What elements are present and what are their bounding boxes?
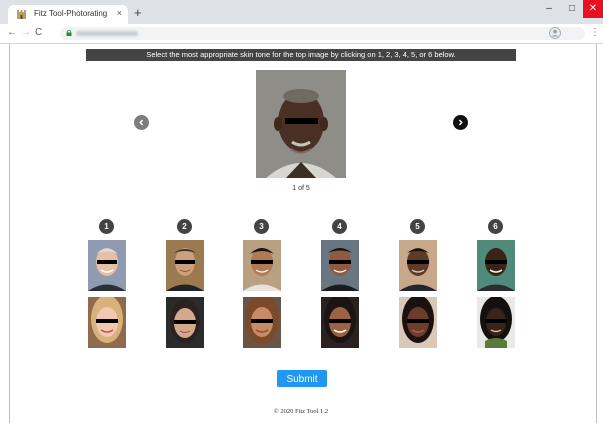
option-4-sample-face[interactable] [321, 297, 359, 348]
browser-menu-icon[interactable]: ⋮ [590, 27, 600, 38]
option-2-sample-face[interactable] [166, 240, 204, 291]
target-face-photo [256, 70, 346, 178]
option-5-sample-face[interactable] [399, 240, 437, 291]
tab-close-icon[interactable]: × [117, 8, 122, 18]
instruction-banner: Select the most appropriate skin tone fo… [86, 49, 516, 61]
option-5-sample-face[interactable] [399, 297, 437, 348]
option-3-sample-face[interactable] [243, 297, 281, 348]
browser-tab[interactable]: Fitz Tool-Photorating × [8, 5, 128, 24]
next-image-button[interactable] [453, 115, 468, 130]
option-3-sample-face[interactable] [243, 240, 281, 291]
lock-icon [66, 30, 72, 36]
page-border [9, 44, 10, 423]
address-bar[interactable] [60, 27, 585, 40]
option-1-button[interactable]: 1 [99, 219, 114, 234]
option-1-sample-face[interactable] [88, 240, 126, 291]
browser-toolbar: ← → C [0, 24, 603, 44]
minimize-button[interactable]: – [538, 0, 560, 18]
image-counter: 1 of 5 [292, 185, 310, 192]
option-5-button[interactable]: 5 [410, 219, 425, 234]
forward-button[interactable]: → [21, 27, 31, 39]
maximize-button[interactable]: □ [561, 0, 583, 18]
option-4-button[interactable]: 4 [332, 219, 347, 234]
option-6-sample-face[interactable] [477, 240, 515, 291]
chevron-left-icon [139, 119, 144, 126]
footer-copyright: © 2020 Fitz Tool 1.2 [273, 408, 329, 415]
chevron-right-icon [458, 119, 463, 126]
option-4-sample-face[interactable] [321, 240, 359, 291]
tab-title: Fitz Tool-Photorating [34, 9, 108, 18]
previous-image-button[interactable] [134, 115, 149, 130]
option-6-button[interactable]: 6 [488, 219, 503, 234]
castle-icon [17, 10, 26, 19]
option-1-sample-face[interactable] [88, 297, 126, 348]
profile-icon[interactable] [549, 27, 561, 39]
option-2-sample-face[interactable] [166, 297, 204, 348]
option-6-sample-face[interactable] [477, 297, 515, 348]
url-text-blurred [76, 31, 138, 36]
page-border [596, 44, 597, 423]
extension-pill[interactable] [566, 28, 580, 38]
option-2-button[interactable]: 2 [177, 219, 192, 234]
option-3-button[interactable]: 3 [254, 219, 269, 234]
back-button[interactable]: ← [7, 27, 17, 39]
reload-button[interactable]: C [35, 27, 42, 39]
close-window-button[interactable]: ✕ [583, 0, 603, 18]
submit-button[interactable]: Submit [277, 370, 327, 387]
new-tab-button[interactable]: + [134, 6, 142, 19]
browser-tab-bar: Fitz Tool-Photorating × + – □ ✕ [0, 0, 603, 24]
